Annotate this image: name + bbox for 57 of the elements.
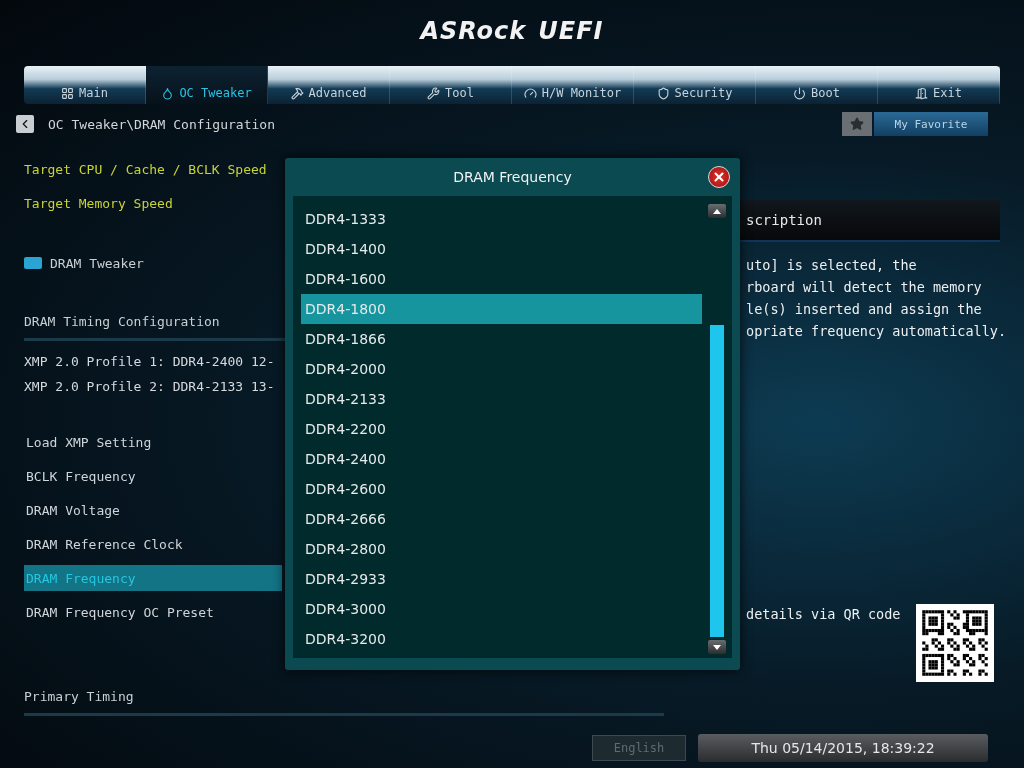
- scroll-down-button[interactable]: [708, 640, 726, 654]
- frequency-option[interactable]: DDR4-2133: [301, 384, 702, 414]
- setting-label: Target CPU / Cache / BCLK Speed: [24, 160, 267, 179]
- frequency-option[interactable]: DDR4-3000: [301, 594, 702, 624]
- frequency-option[interactable]: DDR4-2600: [301, 474, 702, 504]
- frequency-option[interactable]: DDR4-2000: [301, 354, 702, 384]
- dialog-title: DRAM Frequency: [453, 169, 572, 185]
- description-text: rboard will detect the memory: [746, 278, 983, 297]
- setting-item[interactable]: DRAM Reference Clock: [24, 531, 282, 557]
- tab[interactable]: OC Tweaker: [146, 66, 268, 104]
- profile-text: XMP 2.0 Profile 2: DDR4-2133 13-: [24, 378, 275, 396]
- description-text: le(s) inserted and assign the: [746, 300, 983, 319]
- setting-item[interactable]: DRAM Voltage: [24, 497, 282, 523]
- scrollbar-thumb[interactable]: [710, 325, 724, 637]
- setting-label: Target Memory Speed: [24, 194, 173, 213]
- logo: ASRock UEFI: [420, 17, 604, 45]
- down-arrow-icon: [713, 644, 721, 650]
- frequency-option[interactable]: DDR4-1600: [301, 264, 702, 294]
- back-button[interactable]: [16, 115, 34, 133]
- tab-icon: [656, 87, 670, 100]
- frequency-option[interactable]: DDR4-3200: [301, 624, 702, 654]
- qr-caption: details via QR code: [746, 606, 901, 624]
- description-text: opriate frequency automatically.: [746, 322, 1008, 341]
- tab[interactable]: Tool: [390, 66, 512, 104]
- frequency-option[interactable]: DDR4-2200: [301, 414, 702, 444]
- frequency-option[interactable]: DDR4-2666: [301, 504, 702, 534]
- up-arrow-icon: [713, 208, 721, 214]
- star-icon: [850, 117, 864, 131]
- tab[interactable]: Security: [634, 66, 756, 104]
- close-button[interactable]: [708, 166, 730, 188]
- tab-icon: [523, 87, 537, 100]
- scroll-up-button[interactable]: [708, 204, 726, 218]
- setting-item[interactable]: Load XMP Setting: [24, 429, 282, 455]
- setting-item[interactable]: BCLK Frequency: [24, 463, 282, 489]
- breadcrumb: OC Tweaker\DRAM Configuration: [48, 116, 276, 132]
- tab-icon: [290, 87, 304, 100]
- frequency-option[interactable]: DDR4-2933: [301, 564, 702, 594]
- frequency-option[interactable]: DDR4-2400: [301, 444, 702, 474]
- tab-icon: [427, 87, 441, 100]
- favorite-star-button[interactable]: [842, 112, 872, 136]
- close-icon: [712, 170, 726, 184]
- submenu-icon: [24, 257, 42, 269]
- tab[interactable]: H/W Monitor: [512, 66, 634, 104]
- section-heading: Primary Timing: [24, 679, 664, 716]
- my-favorite-button[interactable]: My Favorite: [874, 112, 988, 136]
- tab-icon: [793, 87, 807, 100]
- tab-icon: [61, 87, 75, 100]
- tab[interactable]: Advanced: [268, 66, 390, 104]
- date-time: Thu 05/14/2015, 18:39:22: [698, 734, 988, 762]
- tab[interactable]: Boot: [756, 66, 878, 104]
- frequency-option[interactable]: DDR4-2800: [301, 534, 702, 564]
- description-text: uto] is selected, the: [746, 256, 918, 275]
- setting-item[interactable]: DRAM Frequency OC Preset: [24, 599, 282, 625]
- tab-icon: [915, 87, 929, 100]
- tab[interactable]: Exit: [878, 66, 1000, 104]
- tab-icon: [161, 87, 175, 100]
- profile-text: XMP 2.0 Profile 1: DDR4-2400 12-: [24, 353, 275, 371]
